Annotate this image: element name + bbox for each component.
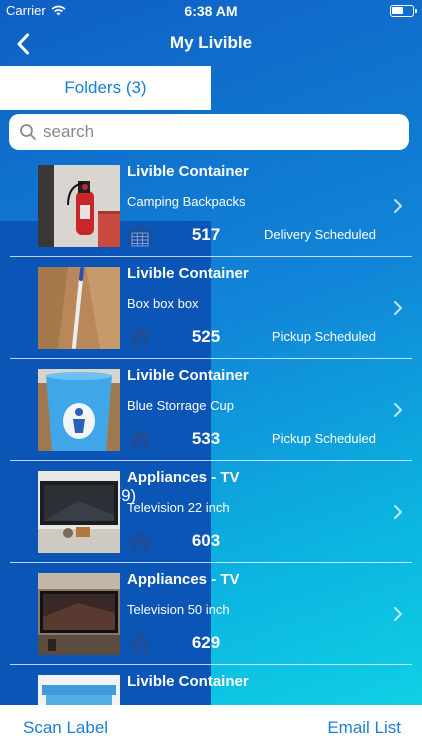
blue-box-image (38, 675, 120, 705)
chevron-right-icon (394, 607, 402, 621)
item-name: Appliances - TV (127, 469, 240, 486)
scan-label-button[interactable]: Scan Label (23, 718, 108, 738)
item-thumbnail (38, 369, 120, 451)
list-item[interactable]: Appliances - TV Television 50 inch 629 (0, 563, 422, 665)
item-number: 603 (191, 531, 221, 550)
item-description: Box box box (127, 296, 199, 311)
blue-cup-image (38, 369, 120, 451)
list-item[interactable]: Livible Container Box box box 525 Pickup… (0, 257, 422, 359)
list-item[interactable]: Livible Container (0, 665, 422, 705)
item-name: Livible Container (127, 673, 249, 690)
battery-icon (390, 5, 417, 17)
list-item[interactable]: Livible Container Blue Storrage Cup 533 … (0, 359, 422, 461)
chevron-right-icon (394, 301, 402, 315)
item-list[interactable]: Livible Container Camping Backpacks 517 … (0, 155, 422, 705)
fire-extinguisher-image (38, 165, 120, 247)
home-icon (128, 326, 152, 348)
tab-folders[interactable]: Folders (3) (0, 66, 211, 110)
item-thumbnail (38, 471, 120, 553)
search-bar[interactable] (9, 114, 409, 150)
item-description: Television 50 inch (127, 602, 230, 617)
item-name: Livible Container (127, 163, 249, 180)
item-name: Livible Container (127, 367, 249, 384)
segmented-tabs: List (49) Folders (3) (0, 66, 422, 750)
item-number: 533 (191, 429, 221, 448)
item-thumbnail (38, 675, 120, 705)
item-status: Delivery Scheduled (263, 227, 376, 242)
home-icon (128, 632, 152, 654)
item-description: Blue Storrage Cup (127, 398, 234, 413)
pen-on-wood-image (38, 267, 120, 349)
item-number: 525 (191, 327, 221, 346)
navigation-bar: My Livible (0, 22, 422, 66)
list-item[interactable]: Appliances - TV Television 22 inch 603 (0, 461, 422, 563)
item-number: 629 (191, 633, 221, 652)
item-number: 517 (191, 225, 221, 244)
search-icon (20, 124, 36, 140)
item-description: Camping Backpacks (127, 194, 246, 209)
page-title: My Livible (169, 33, 253, 52)
bottom-toolbar: Scan Label Email List (0, 705, 422, 750)
chevron-right-icon (394, 505, 402, 519)
chevron-right-icon (394, 403, 402, 417)
chevron-right-icon (394, 199, 402, 213)
warehouse-icon (128, 224, 152, 247)
tv-large-image (38, 573, 120, 655)
item-thumbnail (38, 573, 120, 655)
item-name: Livible Container (127, 265, 249, 282)
search-input[interactable] (43, 122, 383, 142)
email-list-button[interactable]: Email List (327, 718, 401, 738)
home-icon (128, 530, 152, 552)
item-name: Appliances - TV (127, 571, 240, 588)
home-icon (128, 428, 152, 450)
tv-small-image (38, 471, 120, 553)
status-bar: Carrier 6:38 AM (0, 0, 422, 22)
item-status: Pickup Scheduled (271, 431, 376, 446)
item-status: Pickup Scheduled (271, 329, 376, 344)
app-screen: Carrier 6:38 AM My Livible List (49) Fol… (0, 0, 422, 750)
item-thumbnail (38, 165, 120, 247)
clock: 6:38 AM (184, 3, 238, 19)
list-item[interactable]: Livible Container Camping Backpacks 517 … (0, 155, 422, 257)
item-description: Television 22 inch (127, 500, 230, 515)
item-thumbnail (38, 267, 120, 349)
